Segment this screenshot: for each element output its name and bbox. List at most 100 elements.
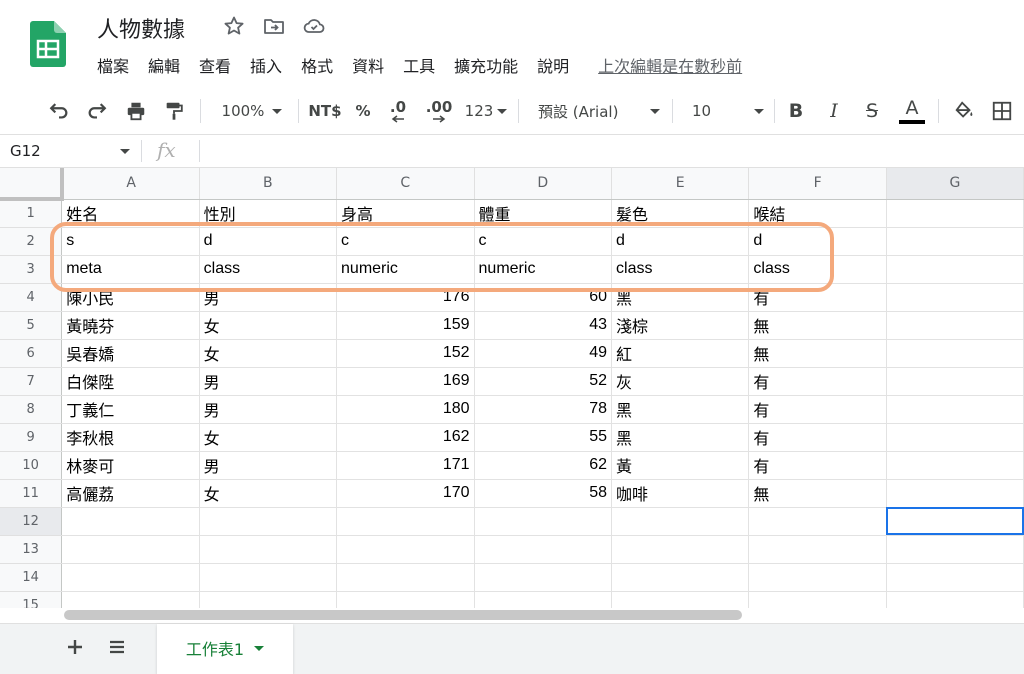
cell-b10[interactable]: 男 [199,451,338,480]
cell-a3[interactable]: meta [61,255,200,284]
cell-d11[interactable]: 58 [474,479,613,508]
cell-f14[interactable] [748,563,887,592]
menu-format[interactable]: 格式 [301,55,333,79]
cell-e7[interactable]: 灰 [611,367,750,396]
redo-button[interactable] [82,88,112,134]
cell-c6[interactable]: 152 [336,339,475,368]
cell-d8[interactable]: 78 [474,395,613,424]
cell-a15[interactable] [61,591,200,608]
select-all-corner[interactable] [0,168,64,201]
row-header[interactable]: 3 [0,255,63,284]
increase-decimal-button[interactable]: .00 [422,88,456,134]
more-formats-select[interactable]: 123 [460,88,512,134]
cell-e8[interactable]: 黑 [611,395,750,424]
row-header[interactable]: 10 [0,451,63,480]
currency-format-button[interactable]: NT$ [305,88,345,134]
cell-d6[interactable]: 49 [474,339,613,368]
cell-d12[interactable] [474,507,613,536]
print-button[interactable] [121,88,151,134]
cell-f11[interactable]: 無 [748,479,887,508]
cell-f9[interactable]: 有 [748,423,887,452]
row-header[interactable]: 11 [0,479,63,508]
cell-g13[interactable] [886,535,1024,564]
italic-button[interactable]: I [820,88,848,134]
undo-button[interactable] [44,88,74,134]
cell-e9[interactable]: 黑 [611,423,750,452]
cell-e5[interactable]: 淺棕 [611,311,750,340]
cell-g3[interactable] [886,255,1024,284]
row-header[interactable]: 9 [0,423,63,452]
decrease-decimal-button[interactable]: .0 [382,88,414,134]
cell-g8[interactable] [886,395,1024,424]
row-header[interactable]: 14 [0,563,63,592]
paint-format-button[interactable] [159,88,189,134]
cell-b9[interactable]: 女 [199,423,338,452]
cell-b2[interactable]: d [199,227,338,256]
row-header[interactable]: 4 [0,283,63,312]
name-box[interactable]: G12 [0,135,140,167]
cell-f13[interactable] [748,535,887,564]
cell-c13[interactable] [336,535,475,564]
cell-g9[interactable] [886,423,1024,452]
font-family-select[interactable]: 預設 (Arial) [530,88,664,134]
cell-f1[interactable]: 喉結 [748,199,887,228]
column-header-c[interactable]: C [336,168,475,200]
cell-e10[interactable]: 黃 [611,451,750,480]
cell-b12[interactable] [199,507,338,536]
percent-format-button[interactable]: % [350,88,376,134]
cell-a2[interactable]: s [61,227,200,256]
cell-b7[interactable]: 男 [199,367,338,396]
cell-e12[interactable] [611,507,750,536]
cell-c11[interactable]: 170 [336,479,475,508]
cell-d13[interactable] [474,535,613,564]
row-header[interactable]: 6 [0,339,63,368]
menu-data[interactable]: 資料 [352,55,384,79]
cell-c7[interactable]: 169 [336,367,475,396]
cell-g10[interactable] [886,451,1024,480]
cell-c1[interactable]: 身高 [336,199,475,228]
menu-edit[interactable]: 編輯 [148,55,180,79]
cell-c8[interactable]: 180 [336,395,475,424]
cell-g2[interactable] [886,227,1024,256]
cell-d3[interactable]: numeric [474,255,613,284]
cell-f10[interactable]: 有 [748,451,887,480]
cell-a4[interactable]: 陳小民 [61,283,200,312]
cell-a7[interactable]: 白傑陞 [61,367,200,396]
formula-input[interactable] [206,135,1024,167]
last-edit-link[interactable]: 上次編輯是在數秒前 [598,55,742,79]
cell-b14[interactable] [199,563,338,592]
cell-d4[interactable]: 60 [474,283,613,312]
sheet-tab-1[interactable]: 工作表1 [157,624,293,674]
cloud-saved-icon[interactable] [302,14,326,38]
horizontal-scrollbar[interactable] [64,610,742,620]
row-header[interactable]: 12 [0,507,63,536]
cell-d1[interactable]: 體重 [474,199,613,228]
cell-b5[interactable]: 女 [199,311,338,340]
menu-view[interactable]: 查看 [199,55,231,79]
cell-f6[interactable]: 無 [748,339,887,368]
menu-tools[interactable]: 工具 [403,55,435,79]
column-header-f[interactable]: F [748,168,887,200]
cell-a9[interactable]: 李秋根 [61,423,200,452]
menu-insert[interactable]: 插入 [250,55,282,79]
cell-g6[interactable] [886,339,1024,368]
add-sheet-button[interactable] [62,636,88,662]
cell-f5[interactable]: 無 [748,311,887,340]
column-header-b[interactable]: B [199,168,338,200]
cell-c10[interactable]: 171 [336,451,475,480]
cell-b6[interactable]: 女 [199,339,338,368]
font-size-select[interactable]: 10 [684,88,768,134]
zoom-select[interactable]: 100% [210,88,294,134]
cell-f2[interactable]: d [748,227,887,256]
cell-e3[interactable]: class [611,255,750,284]
cell-d7[interactable]: 52 [474,367,613,396]
row-header[interactable]: 13 [0,535,63,564]
cell-b8[interactable]: 男 [199,395,338,424]
row-header[interactable]: 8 [0,395,63,424]
cell-f15[interactable] [748,591,887,608]
cell-c4[interactable]: 176 [336,283,475,312]
all-sheets-button[interactable] [104,636,130,662]
row-header[interactable]: 15 [0,591,63,608]
menu-extensions[interactable]: 擴充功能 [454,55,518,79]
cell-a14[interactable] [61,563,200,592]
